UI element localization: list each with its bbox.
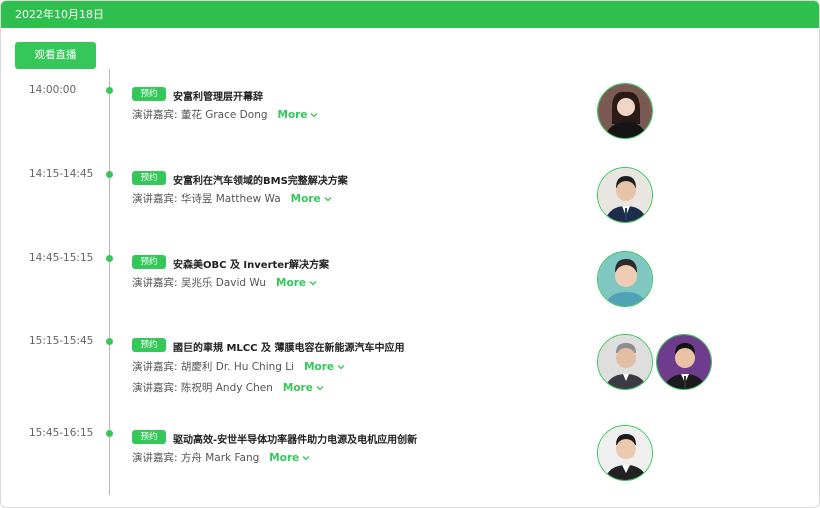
speaker-prefix: 演讲嘉宾:: [132, 361, 178, 373]
more-link[interactable]: More: [269, 452, 310, 464]
more-link[interactable]: More: [304, 361, 345, 373]
chevron-down-icon: [302, 455, 310, 460]
reserve-tag[interactable]: 预约: [132, 255, 166, 269]
speaker-name: 胡慶利 Dr. Hu Ching Li: [180, 361, 295, 373]
reserve-tag[interactable]: 预约: [132, 338, 166, 352]
reserve-tag[interactable]: 预约: [132, 87, 166, 101]
speaker-avatar: [597, 251, 653, 307]
session-title: 安森美OBC 及 Inverter解决方案: [173, 260, 329, 271]
timeline-dot: [106, 430, 113, 437]
speaker-name: 董花 Grace Dong: [180, 109, 268, 121]
speaker-avatar: [597, 425, 653, 481]
chevron-down-icon: [316, 385, 324, 390]
speaker-avatar: [597, 167, 653, 223]
more-label: More: [282, 381, 313, 394]
speaker-row: 演讲嘉宾: 陈祝明 Andy Chen More: [132, 380, 324, 395]
speaker-row: 演讲嘉宾: 胡慶利 Dr. Hu Ching Li More: [132, 359, 345, 374]
speaker-name: 吴兆乐 David Wu: [180, 277, 267, 289]
session-title: 國巨的車規 MLCC 及 薄膜电容在新能源汽车中应用: [173, 343, 405, 354]
speaker-avatar: [656, 334, 712, 390]
reserve-tag[interactable]: 预约: [132, 171, 166, 185]
session-time: 14:15-14:45: [29, 168, 94, 180]
more-link[interactable]: More: [291, 193, 332, 205]
chevron-down-icon: [337, 364, 345, 369]
agenda-card: 2022年10月18日 观看直播 14:00:00 预约 安富利管理层开幕辞 演…: [0, 0, 820, 508]
timeline-dot: [106, 255, 113, 262]
more-link[interactable]: More: [278, 109, 319, 121]
speaker-prefix: 演讲嘉宾:: [132, 109, 178, 121]
speaker-prefix: 演讲嘉宾:: [132, 382, 178, 394]
session-title: 安富利在汽车领域的BMS完整解决方案: [173, 176, 348, 187]
speaker-name: 方舟 Mark Fang: [180, 452, 260, 464]
reserve-tag[interactable]: 预约: [132, 430, 166, 444]
more-label: More: [277, 108, 308, 121]
speaker-prefix: 演讲嘉宾:: [132, 452, 178, 464]
session-title: 驱动高效-安世半导体功率器件助力电源及电机应用创新: [173, 435, 418, 446]
chevron-down-icon: [324, 196, 332, 201]
timeline-dot: [106, 87, 113, 94]
session-time: 14:00:00: [29, 84, 77, 96]
timeline-dot: [106, 171, 113, 178]
chevron-down-icon: [311, 112, 318, 117]
speaker-avatar: [597, 83, 653, 139]
more-label: More: [269, 451, 300, 464]
more-link[interactable]: More: [283, 382, 324, 394]
speaker-prefix: 演讲嘉宾:: [132, 193, 178, 205]
speaker-row: 演讲嘉宾: 方舟 Mark Fang More: [132, 450, 310, 465]
session-time: 15:45-16:15: [29, 427, 94, 439]
more-link[interactable]: More: [276, 277, 317, 289]
more-label: More: [290, 192, 321, 205]
date-header: 2022年10月18日: [1, 1, 819, 28]
session-time: 15:15-15:45: [29, 335, 94, 347]
speaker-avatar: [597, 334, 653, 390]
speaker-row: 演讲嘉宾: 吴兆乐 David Wu More: [132, 275, 317, 290]
chevron-down-icon: [309, 280, 317, 285]
session-title: 安富利管理层开幕辞: [173, 92, 263, 103]
watch-live-button[interactable]: 观看直播: [15, 42, 96, 69]
speaker-prefix: 演讲嘉宾:: [132, 277, 178, 289]
speaker-name: 华诗昱 Matthew Wa: [180, 193, 281, 205]
speaker-name: 陈祝明 Andy Chen: [180, 382, 273, 394]
more-label: More: [304, 360, 335, 373]
speaker-row: 演讲嘉宾: 董花 Grace Dong More: [132, 107, 318, 122]
timeline-dot: [106, 338, 113, 345]
session-time: 14:45-15:15: [29, 252, 94, 264]
speaker-row: 演讲嘉宾: 华诗昱 Matthew Wa More: [132, 191, 332, 206]
more-label: More: [276, 276, 307, 289]
